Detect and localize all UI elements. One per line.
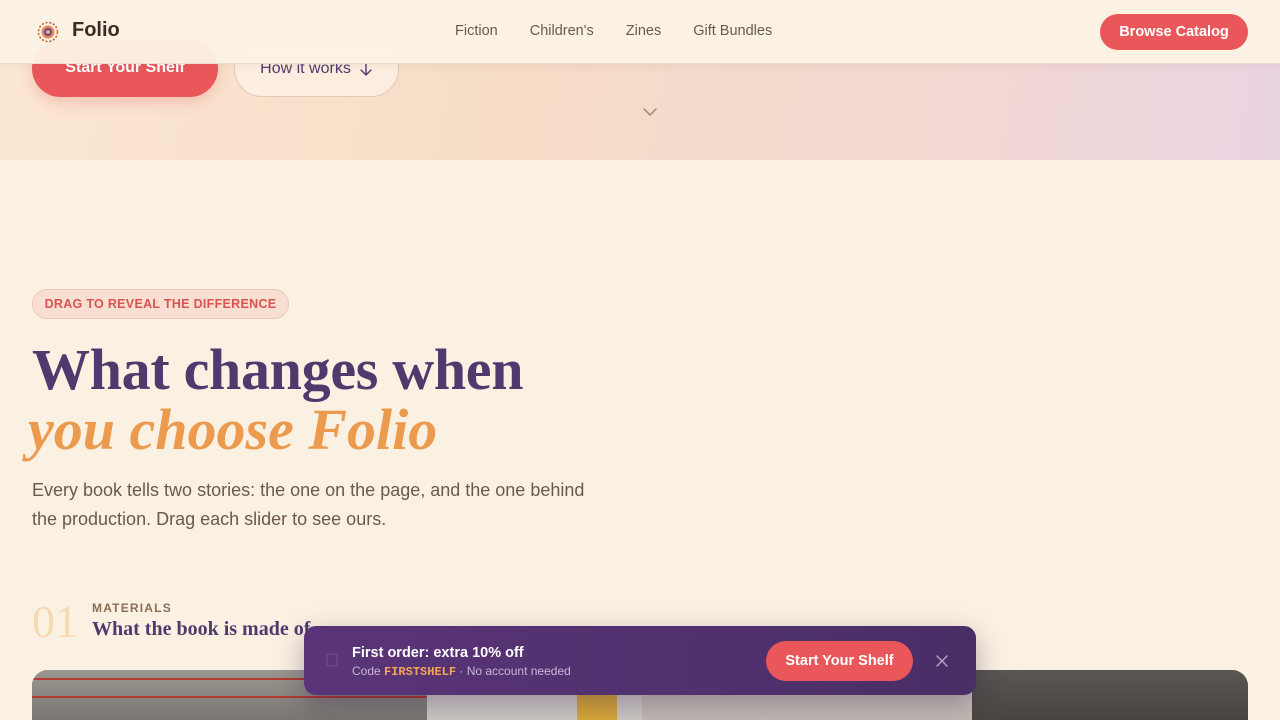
promo-toast: First order: extra 10% off Code FIRSTSHE… [304, 626, 976, 695]
section-tag: DRAG TO REVEAL THE DIFFERENCE [32, 289, 289, 319]
book-icon [326, 653, 338, 667]
close-icon[interactable] [935, 654, 949, 668]
image-detail-line [32, 696, 427, 698]
promo-code: FIRSTSHELF [384, 665, 457, 679]
section-heading: What changes when [32, 337, 524, 402]
brand-name[interactable]: Folio [72, 19, 120, 42]
promo-subtitle: Code FIRSTSHELF · No account needed [352, 664, 571, 679]
image-panel-machine [972, 670, 1248, 720]
promo-title: First order: extra 10% off [352, 645, 524, 661]
main-nav: Fiction Children's Zines Gift Bundles [455, 23, 804, 39]
promo-start-your-shelf-button[interactable]: Start Your Shelf [766, 641, 913, 681]
section-lead: Every book tells two stories: the one on… [32, 480, 585, 529]
nav-link-childrens[interactable]: Children's [530, 23, 594, 39]
feature-kicker: MATERIALS [92, 601, 172, 615]
nav-link-fiction[interactable]: Fiction [455, 23, 498, 39]
nav-link-gift-bundles[interactable]: Gift Bundles [693, 23, 772, 39]
top-navbar: Folio Fiction Children's Zines Gift Bund… [0, 0, 1280, 64]
promo-code-prefix: Code [352, 664, 385, 678]
browse-catalog-button[interactable]: Browse Catalog [1100, 14, 1248, 50]
feature-title: What the book is made of [92, 618, 311, 640]
flower-logo-icon[interactable] [37, 21, 59, 43]
promo-code-suffix: · No account needed [456, 664, 571, 678]
chevron-down-icon[interactable] [642, 106, 658, 118]
section-heading-accent: you choose Folio [28, 397, 438, 462]
feature-number: 01 [32, 596, 78, 647]
nav-link-zines[interactable]: Zines [626, 23, 661, 39]
